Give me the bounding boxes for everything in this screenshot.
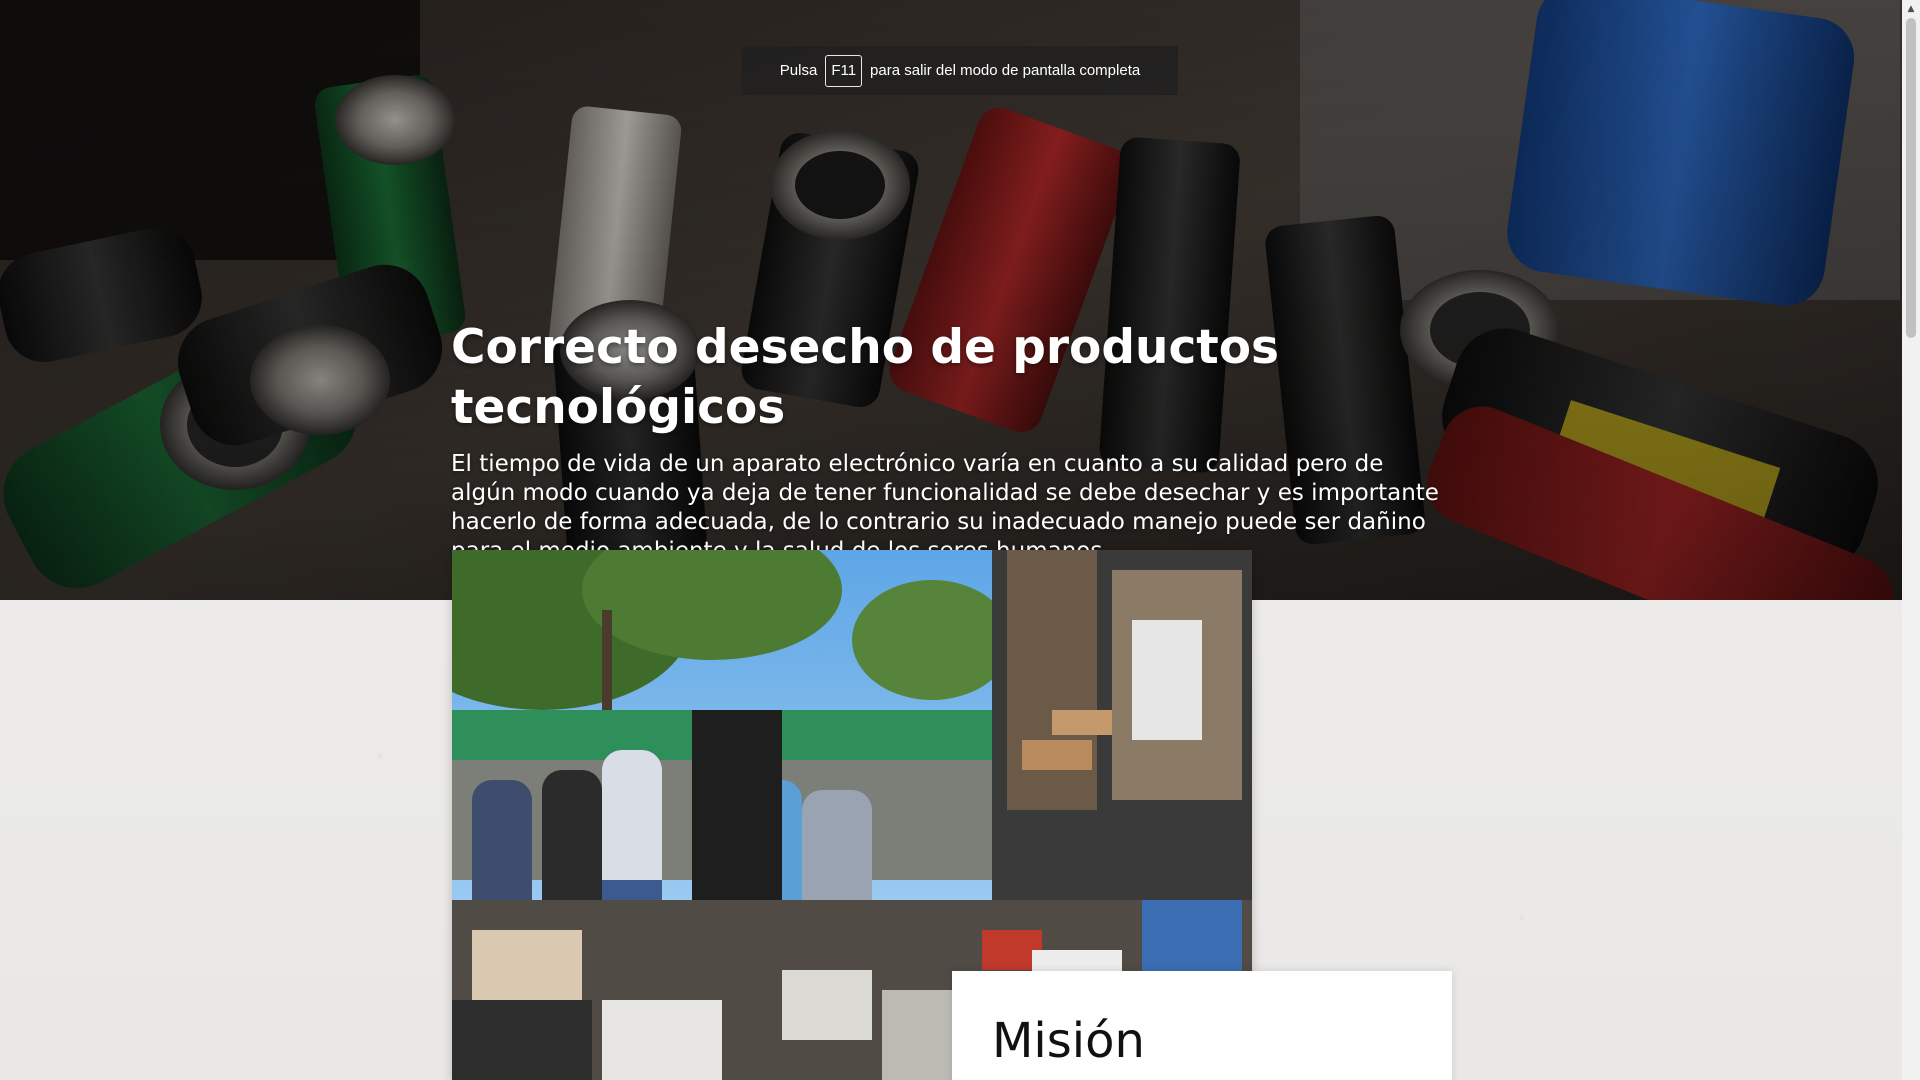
fullscreen-notice-prefix: Pulsa	[779, 62, 818, 79]
hero-description: El tiempo de vida de un aparato electrón…	[451, 451, 1439, 564]
fullscreen-notice-suffix: para salir del modo de pantalla completa	[870, 62, 1141, 79]
mission-title: Misión	[992, 1013, 1145, 1069]
hero-title: Correcto desecho de productos tecnológic…	[451, 320, 1280, 435]
scroll-up-arrow-icon[interactable]: ▲	[1902, 0, 1920, 17]
f11-key: F11	[825, 54, 863, 87]
mission-card: Misión	[952, 971, 1452, 1080]
fullscreen-notice: Pulsa F11 para salir del modo de pantall…	[742, 46, 1178, 95]
scrollbar-thumb[interactable]	[1906, 18, 1916, 338]
vertical-scrollbar[interactable]: ▲	[1902, 0, 1920, 1080]
